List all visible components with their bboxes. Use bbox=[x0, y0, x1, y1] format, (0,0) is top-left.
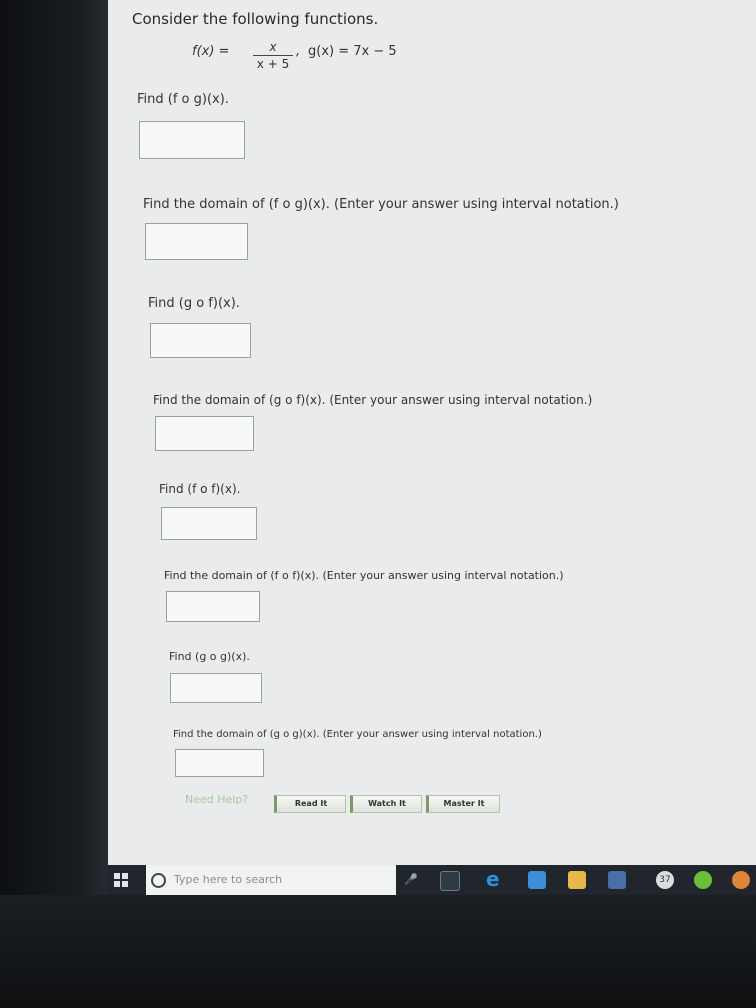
search-placeholder: Type here to search bbox=[174, 873, 283, 886]
notification-badge[interactable]: 37 bbox=[656, 871, 674, 889]
task-view-icon[interactable] bbox=[440, 871, 460, 891]
question-fog-domain: Find the domain of (f o g)(x). (Enter yo… bbox=[143, 197, 619, 212]
question-gog-domain: Find the domain of (g o g)(x). (Enter yo… bbox=[173, 729, 542, 740]
answer-gog-domain-input[interactable] bbox=[175, 749, 264, 777]
f-lhs: f(x) = bbox=[192, 44, 230, 59]
windows-taskbar: Type here to search 🎤 e 37 bbox=[108, 865, 756, 895]
answer-gog-input[interactable] bbox=[170, 673, 262, 703]
master-it-button[interactable]: Master It bbox=[426, 795, 500, 813]
mail-icon[interactable] bbox=[608, 871, 626, 889]
file-explorer-icon[interactable] bbox=[528, 871, 546, 889]
monitor-bezel-left bbox=[0, 0, 108, 1008]
answer-fof-input[interactable] bbox=[161, 507, 257, 540]
question-fog: Find (f o g)(x). bbox=[137, 92, 229, 107]
green-app-icon[interactable] bbox=[694, 871, 712, 889]
answer-gof-domain-input[interactable] bbox=[155, 416, 254, 451]
answer-gof-input[interactable] bbox=[150, 323, 251, 358]
store-icon[interactable] bbox=[568, 871, 586, 889]
answer-fog-input[interactable] bbox=[139, 121, 245, 159]
question-fof: Find (f o f)(x). bbox=[159, 482, 241, 496]
question-gof: Find (g o f)(x). bbox=[148, 296, 240, 311]
problem-panel: Consider the following functions. f(x) =… bbox=[108, 0, 756, 865]
g-definition: g(x) = 7x − 5 bbox=[308, 44, 397, 59]
microphone-icon[interactable]: 🎤 bbox=[404, 873, 418, 886]
problem-statement: Consider the following functions. bbox=[132, 10, 379, 28]
browser-content: Consider the following functions. f(x) =… bbox=[108, 0, 756, 865]
watch-it-button[interactable]: Watch It bbox=[350, 795, 422, 813]
answer-fof-domain-input[interactable] bbox=[166, 591, 260, 622]
read-it-button[interactable]: Read It bbox=[274, 795, 346, 813]
f-denominator: x + 5 bbox=[256, 57, 290, 71]
monitor-bezel-bottom bbox=[0, 895, 756, 1008]
edge-browser-icon[interactable]: e bbox=[486, 869, 504, 889]
question-gog: Find (g o g)(x). bbox=[169, 650, 250, 663]
need-help-label: Need Help? bbox=[185, 793, 249, 806]
question-fof-domain: Find the domain of (f o f)(x). (Enter yo… bbox=[164, 569, 564, 582]
f-fraction: x x + 5 bbox=[253, 40, 293, 71]
taskbar-search[interactable]: Type here to search bbox=[146, 865, 396, 895]
cortana-circle-icon bbox=[151, 873, 166, 888]
windows-start-icon[interactable] bbox=[114, 873, 128, 887]
question-gof-domain: Find the domain of (g o f)(x). (Enter yo… bbox=[153, 393, 593, 407]
separator: , bbox=[296, 44, 301, 59]
f-numerator: x bbox=[253, 40, 293, 56]
answer-fog-domain-input[interactable] bbox=[145, 223, 248, 260]
orange-app-icon[interactable] bbox=[732, 871, 750, 889]
